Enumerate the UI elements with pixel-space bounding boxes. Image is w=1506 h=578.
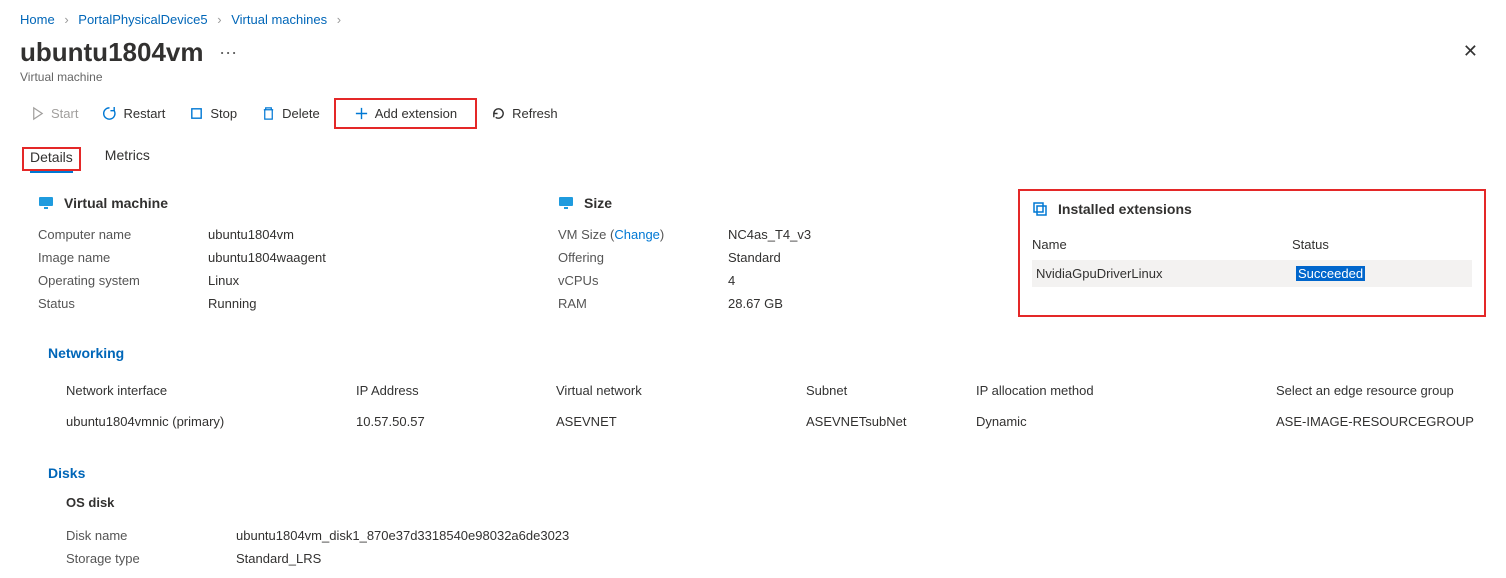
network-table-header: Network interface IP Address Virtual net… bbox=[66, 375, 1486, 406]
restart-button[interactable]: Restart bbox=[92, 102, 175, 125]
disks-section-header: Disks bbox=[38, 465, 1486, 481]
plus-icon bbox=[354, 106, 369, 121]
installed-extensions-panel: Installed extensions Name Status NvidiaG… bbox=[1018, 189, 1486, 317]
restart-label: Restart bbox=[123, 106, 165, 121]
start-button[interactable]: Start bbox=[20, 102, 88, 125]
chevron-icon: › bbox=[337, 12, 341, 27]
net-h4: Subnet bbox=[806, 383, 976, 398]
net-h1: Network interface bbox=[66, 383, 356, 398]
size-icon bbox=[558, 195, 574, 211]
breadcrumb-device[interactable]: PortalPhysicalDevice5 bbox=[78, 12, 207, 27]
image-name-label: Image name bbox=[38, 250, 208, 265]
play-icon bbox=[30, 106, 45, 121]
image-name-value: ubuntu1804waagent bbox=[208, 250, 326, 265]
breadcrumb-vms[interactable]: Virtual machines bbox=[231, 12, 327, 27]
command-bar: Start Restart Stop Delete Add extension … bbox=[20, 98, 1486, 129]
vmsize-value: NC4as_T4_v3 bbox=[728, 227, 811, 242]
breadcrumb: Home › PortalPhysicalDevice5 › Virtual m… bbox=[20, 8, 1486, 37]
extension-icon bbox=[1032, 201, 1048, 217]
status-value: Running bbox=[208, 296, 256, 311]
ext-row-status: Succeeded bbox=[1296, 266, 1468, 281]
net-ip: 10.57.50.57 bbox=[356, 414, 556, 429]
size-section-title: Size bbox=[584, 195, 612, 211]
computer-name-label: Computer name bbox=[38, 227, 208, 242]
networking-link[interactable]: Networking bbox=[48, 345, 124, 361]
disk-name-label: Disk name bbox=[66, 528, 236, 543]
vmsize-label: VM Size (Change) bbox=[558, 227, 728, 242]
storage-type-label: Storage type bbox=[66, 551, 236, 566]
net-h6: Select an edge resource group bbox=[1276, 383, 1486, 398]
restart-icon bbox=[102, 106, 117, 121]
add-extension-button[interactable]: Add extension bbox=[344, 102, 467, 125]
add-extension-label: Add extension bbox=[375, 106, 457, 121]
disks-link[interactable]: Disks bbox=[48, 465, 85, 481]
net-subnet: ASEVNETsubNet bbox=[806, 414, 976, 429]
status-label: Status bbox=[38, 296, 208, 311]
delete-button[interactable]: Delete bbox=[251, 102, 330, 125]
vcpus-label: vCPUs bbox=[558, 273, 728, 288]
disk-name-value: ubuntu1804vm_disk1_870e37d3318540e98032a… bbox=[236, 528, 569, 543]
tab-details[interactable]: Details bbox=[30, 149, 73, 173]
breadcrumb-home[interactable]: Home bbox=[20, 12, 55, 27]
size-section-header: Size bbox=[558, 195, 978, 211]
net-alloc: Dynamic bbox=[976, 414, 1276, 429]
change-size-link[interactable]: Change bbox=[614, 227, 660, 242]
vm-section-header: Virtual machine bbox=[38, 195, 518, 211]
extensions-table-header: Name Status bbox=[1032, 229, 1472, 260]
net-vnet: ASEVNET bbox=[556, 414, 806, 429]
refresh-icon bbox=[491, 106, 506, 121]
networking-section-header: Networking bbox=[38, 345, 1486, 361]
net-h2: IP Address bbox=[356, 383, 556, 398]
net-rg: ASE-IMAGE-RESOURCEGROUP bbox=[1276, 414, 1486, 429]
ext-col-status: Status bbox=[1292, 237, 1472, 252]
offering-label: Offering bbox=[558, 250, 728, 265]
refresh-label: Refresh bbox=[512, 106, 558, 121]
net-h3: Virtual network bbox=[556, 383, 806, 398]
page-title: ubuntu1804vm bbox=[20, 37, 204, 67]
extensions-section-title: Installed extensions bbox=[1058, 201, 1192, 217]
ram-label: RAM bbox=[558, 296, 728, 311]
more-icon[interactable]: ⋯ bbox=[219, 43, 237, 63]
network-row: ubuntu1804vmnic (primary) 10.57.50.57 AS… bbox=[66, 406, 1486, 437]
extension-row[interactable]: NvidiaGpuDriverLinux Succeeded bbox=[1032, 260, 1472, 287]
vcpus-value: 4 bbox=[728, 273, 735, 288]
stop-button[interactable]: Stop bbox=[179, 102, 247, 125]
vm-section-title: Virtual machine bbox=[64, 195, 168, 211]
delete-label: Delete bbox=[282, 106, 320, 121]
vm-icon bbox=[38, 195, 54, 211]
ext-row-name: NvidiaGpuDriverLinux bbox=[1036, 266, 1296, 281]
refresh-button[interactable]: Refresh bbox=[481, 102, 568, 125]
stop-icon bbox=[189, 106, 204, 121]
net-nic: ubuntu1804vmnic (primary) bbox=[66, 414, 356, 429]
stop-label: Stop bbox=[210, 106, 237, 121]
tab-metrics[interactable]: Metrics bbox=[105, 147, 150, 171]
chevron-icon: › bbox=[64, 12, 68, 27]
extensions-section-header: Installed extensions bbox=[1032, 201, 1472, 217]
os-value: Linux bbox=[208, 273, 239, 288]
ram-value: 28.67 GB bbox=[728, 296, 783, 311]
offering-value: Standard bbox=[728, 250, 781, 265]
close-icon[interactable]: ✕ bbox=[1455, 37, 1486, 66]
tab-bar: Details Metrics bbox=[20, 147, 1486, 171]
os-label: Operating system bbox=[38, 273, 208, 288]
start-label: Start bbox=[51, 106, 78, 121]
storage-type-value: Standard_LRS bbox=[236, 551, 321, 566]
ext-col-name: Name bbox=[1032, 237, 1292, 252]
net-h5: IP allocation method bbox=[976, 383, 1276, 398]
chevron-icon: › bbox=[217, 12, 221, 27]
trash-icon bbox=[261, 106, 276, 121]
os-disk-label: OS disk bbox=[66, 495, 1486, 510]
computer-name-value: ubuntu1804vm bbox=[208, 227, 294, 242]
page-subtitle: Virtual machine bbox=[20, 70, 237, 84]
